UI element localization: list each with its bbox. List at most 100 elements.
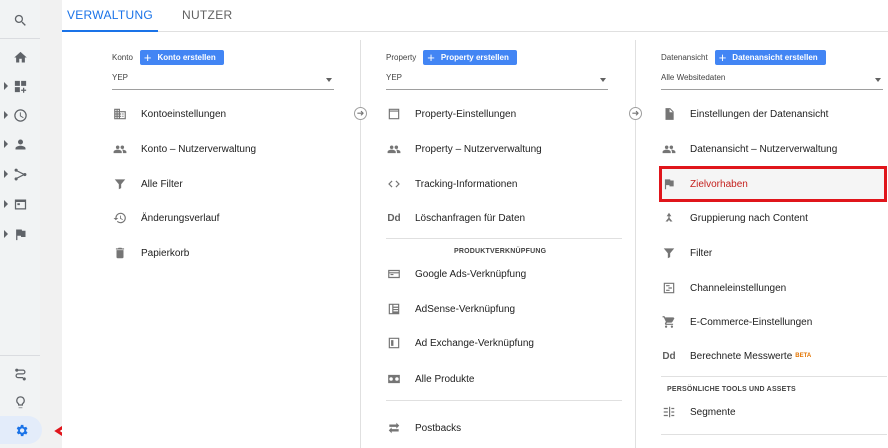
channel-icon xyxy=(661,280,677,296)
expand-caret-icon xyxy=(4,140,8,148)
lightbulb-icon xyxy=(15,395,25,408)
menu-item-label: Ad Exchange-Verknüpfung xyxy=(415,337,534,349)
adsense-icon xyxy=(386,301,402,317)
tab-nutzer[interactable]: NUTZER xyxy=(182,0,232,32)
menu-item-label: Postbacks xyxy=(415,422,462,434)
account-column: Konto + Konto erstellen YEP Kontoeinstell… xyxy=(62,32,350,448)
menu-item-label: Alle Filter xyxy=(141,178,183,190)
create-property-label: Property erstellen xyxy=(440,53,509,62)
menu-item-account-users[interactable]: Konto – Nutzerverwaltung xyxy=(112,135,256,163)
section-personal-tools: PERSÖNLICHE TOOLS UND ASSETS xyxy=(667,386,796,393)
people-icon xyxy=(112,141,128,157)
menu-item-change-history[interactable]: Änderungsverlauf xyxy=(112,204,219,232)
menu-item-label: Google Ads-Verknüpfung xyxy=(415,268,527,280)
ads-icon xyxy=(386,266,402,282)
create-view-label: Datenansicht erstellen xyxy=(732,53,818,62)
menu-item-label: Datenansicht – Nutzerverwaltung xyxy=(690,143,838,155)
menu-item-label: Filter xyxy=(690,247,713,259)
create-property-button[interactable]: + Property erstellen xyxy=(423,50,517,65)
expand-caret-icon xyxy=(4,82,8,90)
menu-item-property-settings[interactable]: Property-Einstellungen xyxy=(386,100,516,128)
menu-item-label: Konto – Nutzerverwaltung xyxy=(141,143,257,155)
menu-item-label: Berechnete Messwerte xyxy=(690,350,793,362)
menu-item-label: Channeleinstellungen xyxy=(690,282,787,294)
menu-item-label: Einstellungen der Datenansicht xyxy=(690,108,829,120)
property-select[interactable]: YEP xyxy=(386,73,608,90)
menu-item-view-users[interactable]: Datenansicht – Nutzerverwaltung xyxy=(661,135,837,163)
gear-icon xyxy=(16,424,28,436)
menu-item-view-settings[interactable]: Einstellungen der Datenansicht xyxy=(661,100,828,128)
menu-item-calculated-metrics[interactable]: Dd Berechnete Messwerte BETA xyxy=(661,342,811,370)
products-icon xyxy=(386,371,402,387)
menu-item-label: Property – Nutzerverwaltung xyxy=(415,143,542,155)
plus-icon: + xyxy=(143,50,152,65)
tab-verwaltung[interactable]: VERWALTUNG xyxy=(62,0,158,32)
menu-item-adexchange-link[interactable]: Ad Exchange-Verknüpfung xyxy=(386,329,534,357)
create-account-label: Konto erstellen xyxy=(157,53,216,62)
property-select-value: YEP xyxy=(386,73,403,82)
home-button[interactable] xyxy=(0,43,40,71)
menu-item-tracking-info[interactable]: Tracking-Informationen xyxy=(386,170,517,198)
segments-icon xyxy=(661,404,677,420)
menu-item-account-settings[interactable]: Kontoeinstellungen xyxy=(112,100,226,128)
acquisition-button[interactable] xyxy=(0,160,40,188)
menu-item-label: Property-Einstellungen xyxy=(415,108,517,120)
menu-item-label: Gruppierung nach Content xyxy=(690,212,808,224)
attribution-button[interactable] xyxy=(0,360,40,388)
expand-caret-icon xyxy=(4,170,8,178)
discover-button[interactable] xyxy=(0,388,40,416)
menu-item-google-ads-link[interactable]: Google Ads-Verknüpfung xyxy=(386,260,526,288)
building-icon xyxy=(112,106,128,122)
behavior-icon xyxy=(14,199,26,209)
plus-icon: + xyxy=(718,50,727,65)
view-select[interactable]: Alle Websitedaten xyxy=(661,73,883,90)
menu-item-filter[interactable]: Filter xyxy=(661,239,712,267)
left-nav-rail xyxy=(0,0,42,448)
create-account-button[interactable]: + Konto erstellen xyxy=(139,50,224,65)
dropdown-arrow-icon xyxy=(600,78,606,82)
clock-icon xyxy=(13,108,27,122)
filter-icon xyxy=(112,176,128,192)
menu-item-data-deletion[interactable]: Dd Löschanfragen für Daten xyxy=(386,204,525,232)
create-view-button[interactable]: + Datenansicht erstellen xyxy=(714,50,826,65)
menu-item-all-products[interactable]: Alle Produkte xyxy=(386,365,474,393)
menu-item-postbacks[interactable]: Postbacks xyxy=(386,414,461,442)
postbacks-icon xyxy=(386,420,402,436)
dd-icon: Dd xyxy=(662,350,676,362)
search-icon xyxy=(14,14,26,26)
customization-button[interactable] xyxy=(0,72,40,100)
people-icon xyxy=(386,141,402,157)
search-button[interactable] xyxy=(0,6,40,34)
realtime-button[interactable] xyxy=(0,101,40,129)
menu-item-content-grouping[interactable]: Gruppierung nach Content xyxy=(661,204,808,232)
menu-item-label: AdSense-Verknüpfung xyxy=(415,303,516,315)
menu-item-adsense-link[interactable]: AdSense-Verknüpfung xyxy=(386,295,515,323)
goal-highlight-box xyxy=(659,166,887,202)
admin-button[interactable] xyxy=(0,416,42,444)
section-divider xyxy=(661,376,887,377)
menu-item-trash[interactable]: Papierkorb xyxy=(112,239,189,267)
account-select[interactable]: YEP xyxy=(112,73,334,90)
people-icon xyxy=(661,141,677,157)
audience-button[interactable] xyxy=(0,130,40,158)
section-divider xyxy=(386,400,622,401)
menu-item-label: E-Commerce-Einstellungen xyxy=(690,316,813,328)
menu-item-label: Änderungsverlauf xyxy=(141,212,220,224)
account-label: Konto xyxy=(112,53,133,62)
menu-item-segments[interactable]: Segmente xyxy=(661,398,736,426)
property-column: Property + Property erstellen YEP Propert… xyxy=(336,32,632,448)
rail-divider xyxy=(0,38,40,39)
behavior-button[interactable] xyxy=(0,190,40,218)
conversions-button[interactable] xyxy=(0,220,40,248)
menu-item-property-users[interactable]: Property – Nutzerverwaltung xyxy=(386,135,542,163)
document-icon xyxy=(661,106,677,122)
grouping-icon xyxy=(661,210,677,226)
person-icon xyxy=(15,139,25,149)
menu-item-all-filters[interactable]: Alle Filter xyxy=(112,170,183,198)
property-label: Property xyxy=(386,53,417,62)
route-icon xyxy=(14,368,26,380)
menu-item-channel-settings[interactable]: Channeleinstellungen xyxy=(661,274,786,302)
menu-item-ecommerce-settings[interactable]: E-Commerce-Einstellungen xyxy=(661,308,812,336)
flag-icon xyxy=(15,229,25,240)
view-column: Datenansicht + Datenansicht erstellen All… xyxy=(611,32,888,448)
